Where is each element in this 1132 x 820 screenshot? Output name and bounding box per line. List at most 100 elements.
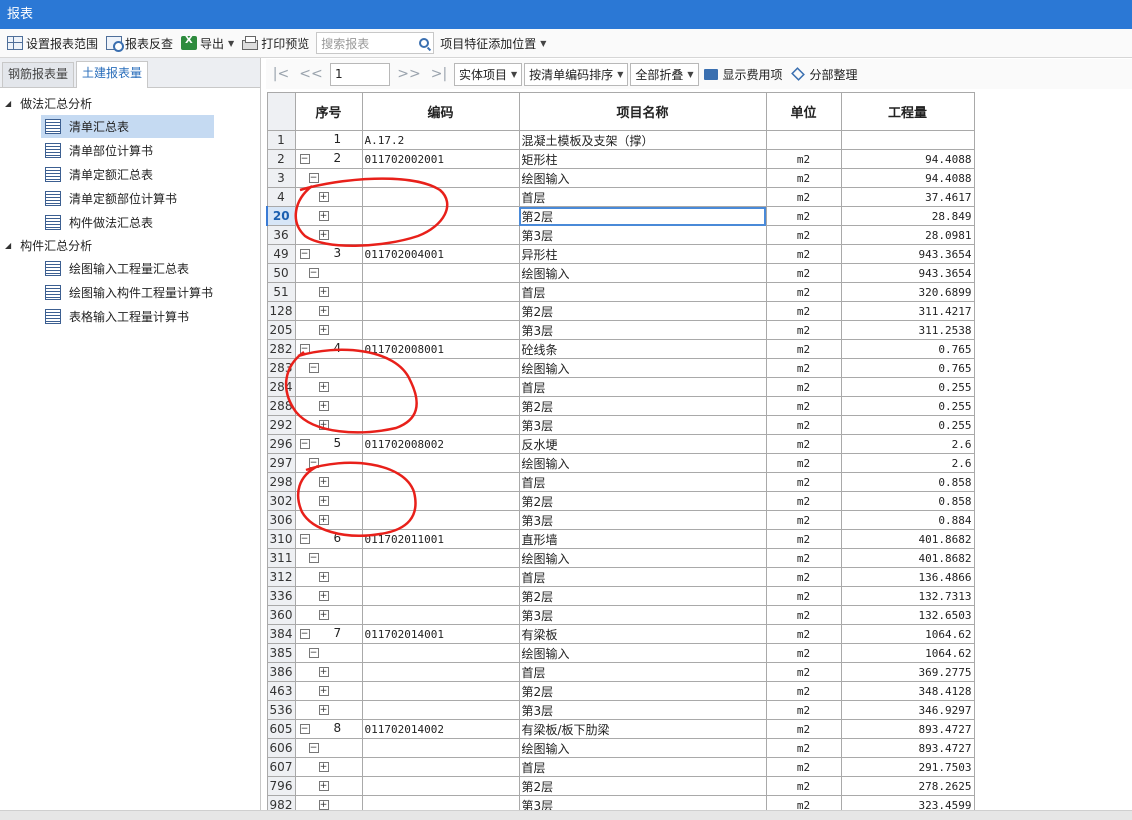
- expand-icon[interactable]: [318, 401, 329, 411]
- code-cell[interactable]: 011702004001: [361, 244, 520, 264]
- name-cell[interactable]: 首层: [518, 567, 767, 587]
- table-row[interactable]: 310 6 011702011001直形墙m2401.8682: [266, 529, 975, 549]
- show-cost-button[interactable]: 显示费用项: [701, 63, 786, 85]
- expand-icon[interactable]: [318, 800, 329, 810]
- expand-icon[interactable]: [318, 306, 329, 316]
- row-number[interactable]: 796: [266, 776, 296, 796]
- next-page-icon[interactable]: >>: [394, 66, 424, 82]
- name-cell[interactable]: 第3层: [518, 795, 767, 810]
- seq-cell[interactable]: 7: [294, 624, 363, 644]
- unit-cell[interactable]: m2: [765, 491, 842, 511]
- row-number[interactable]: 336: [266, 586, 296, 606]
- quantity-cell[interactable]: 0.858: [840, 491, 975, 511]
- table-row[interactable]: 606 绘图输入m2893.4727: [266, 738, 975, 758]
- code-cell[interactable]: [361, 491, 520, 511]
- quantity-cell[interactable]: 1064.62: [840, 624, 975, 644]
- table-row[interactable]: 311 绘图输入m2401.8682: [266, 548, 975, 568]
- seq-cell[interactable]: [294, 225, 363, 245]
- unit-cell[interactable]: m2: [765, 263, 842, 283]
- quantity-cell[interactable]: 346.9297: [840, 700, 975, 720]
- collapse-icon[interactable]: [308, 458, 319, 468]
- unit-cell[interactable]: m2: [765, 168, 842, 188]
- name-cell[interactable]: 第3层: [518, 700, 767, 720]
- unit-cell[interactable]: m2: [765, 339, 842, 359]
- column-header[interactable]: 序号: [294, 92, 363, 131]
- unit-cell[interactable]: m2: [765, 396, 842, 416]
- row-number[interactable]: 298: [266, 472, 296, 492]
- unit-cell[interactable]: m2: [765, 282, 842, 302]
- code-cell[interactable]: [361, 510, 520, 530]
- set-range-button[interactable]: 设置报表范围: [4, 32, 101, 54]
- collapse-icon[interactable]: [308, 553, 319, 563]
- table-row[interactable]: 282 4 011702008001砼线条m20.765: [266, 339, 975, 359]
- filter-dropdown[interactable]: 实体项目 ▼: [454, 62, 523, 86]
- unit-cell[interactable]: m2: [765, 434, 842, 454]
- row-number[interactable]: 384: [266, 624, 296, 644]
- quantity-cell[interactable]: 401.8682: [840, 529, 975, 549]
- code-cell[interactable]: [361, 415, 520, 435]
- row-number[interactable]: 607: [266, 757, 296, 777]
- unit-cell[interactable]: m2: [765, 567, 842, 587]
- quantity-cell[interactable]: 943.3654: [840, 244, 975, 264]
- unit-cell[interactable]: m2: [765, 795, 842, 810]
- row-number[interactable]: 283: [266, 358, 296, 378]
- code-cell[interactable]: A.17.2: [361, 130, 520, 150]
- row-number[interactable]: 310: [266, 529, 296, 549]
- collapse-icon[interactable]: [308, 743, 319, 753]
- expand-icon[interactable]: [318, 496, 329, 506]
- expand-icon[interactable]: [318, 287, 329, 297]
- unit-cell[interactable]: m2: [765, 757, 842, 777]
- table-row[interactable]: 2 2 011702002001矩形柱m294.4088: [266, 149, 975, 169]
- expand-icon[interactable]: [318, 420, 329, 430]
- quantity-cell[interactable]: 94.4088: [840, 168, 975, 188]
- code-cell[interactable]: [361, 738, 520, 758]
- quantity-cell[interactable]: 0.255: [840, 415, 975, 435]
- code-cell[interactable]: 011702008002: [361, 434, 520, 454]
- unit-cell[interactable]: m2: [765, 643, 842, 663]
- name-cell[interactable]: 直形墙: [518, 529, 767, 549]
- seq-cell[interactable]: 2: [294, 149, 363, 169]
- seq-cell[interactable]: [294, 472, 363, 492]
- row-number[interactable]: 982: [266, 795, 296, 810]
- name-cell[interactable]: 绘图输入: [518, 643, 767, 663]
- table-row[interactable]: 360 第3层m2132.6503: [266, 605, 975, 625]
- seq-cell[interactable]: [294, 320, 363, 340]
- quantity-cell[interactable]: 401.8682: [840, 548, 975, 568]
- name-cell[interactable]: 有梁板: [518, 624, 767, 644]
- table-row[interactable]: 20 第2层m228.849: [266, 206, 975, 226]
- row-number[interactable]: 282: [266, 339, 296, 359]
- quantity-cell[interactable]: 369.2775: [840, 662, 975, 682]
- name-cell[interactable]: 第2层: [518, 776, 767, 796]
- quantity-cell[interactable]: 28.0981: [840, 225, 975, 245]
- row-number[interactable]: 606: [266, 738, 296, 758]
- unit-cell[interactable]: m2: [765, 586, 842, 606]
- print-preview-button[interactable]: 打印预览: [239, 32, 312, 54]
- table-row[interactable]: 463 第2层m2348.4128: [266, 681, 975, 701]
- name-cell[interactable]: 第2层: [518, 206, 767, 226]
- quantity-cell[interactable]: 0.765: [840, 358, 975, 378]
- table-row[interactable]: 336 第2层m2132.7313: [266, 586, 975, 606]
- name-cell[interactable]: 第2层: [518, 586, 767, 606]
- code-cell[interactable]: [361, 168, 520, 188]
- row-number[interactable]: 2: [266, 149, 296, 169]
- code-cell[interactable]: [361, 206, 520, 226]
- expand-icon[interactable]: [318, 610, 329, 620]
- table-row[interactable]: 306 第3层m20.884: [266, 510, 975, 530]
- seq-cell[interactable]: [294, 510, 363, 530]
- table-row[interactable]: 49 3 011702004001异形柱m2943.3654: [266, 244, 975, 264]
- row-number[interactable]: 311: [266, 548, 296, 568]
- table-row[interactable]: 36 第3层m228.0981: [266, 225, 975, 245]
- table-row[interactable]: 312 首层m2136.4866: [266, 567, 975, 587]
- quantity-cell[interactable]: 132.6503: [840, 605, 975, 625]
- unit-cell[interactable]: m2: [765, 529, 842, 549]
- expand-icon[interactable]: [318, 572, 329, 582]
- row-number[interactable]: 302: [266, 491, 296, 511]
- tree-item-bill-quota-summary[interactable]: 清单定额汇总表: [0, 162, 260, 186]
- code-cell[interactable]: [361, 700, 520, 720]
- unit-cell[interactable]: m2: [765, 548, 842, 568]
- name-cell[interactable]: 第2层: [518, 681, 767, 701]
- row-number[interactable]: 205: [266, 320, 296, 340]
- seq-cell[interactable]: 4: [294, 339, 363, 359]
- quantity-cell[interactable]: [840, 130, 975, 150]
- code-cell[interactable]: [361, 757, 520, 777]
